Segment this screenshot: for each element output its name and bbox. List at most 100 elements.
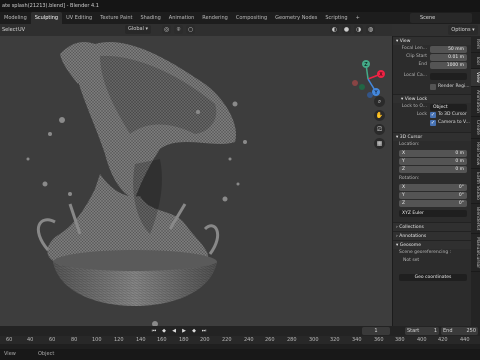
ruler-tick: 100 [92,337,102,343]
tab-manual-cursor[interactable]: ManualCursor [471,234,480,273]
lock-label: Lock [416,112,427,117]
ruler-tick: 140 [136,337,146,343]
geosome-panel-header[interactable]: ▾ Geosome [393,240,471,249]
annotations-panel-header[interactable]: › Annotations [393,231,471,240]
overlay-icon[interactable]: ◐ [330,25,339,34]
view-lock-panel-header[interactable]: ▾ View Lock [393,94,471,103]
play-reverse-icon[interactable]: ◀ [170,327,178,335]
ruler-tick: 380 [395,337,405,343]
ruler-tick: 40 [27,337,34,343]
lock-to-object-field[interactable]: Object [430,103,467,111]
start-label: Start [407,328,420,334]
tab-animation[interactable]: Animation [471,87,480,117]
render-region-checkbox[interactable] [430,84,436,90]
proportional-edit-icon[interactable]: ○ [186,25,195,34]
cursor-loc-x-field[interactable]: X 0 m [399,149,467,157]
3d-viewport[interactable]: Select UV Global ▾ ◎ ⌾ ○ ◐ ● ◑ ◍ X Z Y ⌕… [0,24,392,326]
rotation-mode-dropdown[interactable]: XYZ Euler [399,209,467,217]
focal-length-field[interactable]: 50 mm [430,45,467,53]
ruler-tick: 120 [114,337,124,343]
tab-view[interactable]: View [471,69,480,87]
cursor-rot-x-label: X [402,184,406,190]
tab-rendering[interactable]: Rendering [198,12,232,24]
viewport-header: Select UV Global ▾ ◎ ⌾ ○ ◐ ● ◑ ◍ [0,24,392,36]
end-label: End [443,328,453,334]
options-dropdown[interactable]: Options ▾ [448,25,478,35]
select-menu[interactable]: Select [2,24,17,36]
tab-scripting[interactable]: Scripting [321,12,351,24]
tab-earth-studio[interactable]: Earth Studio [471,169,480,204]
shading-rendered-icon[interactable]: ◍ [366,25,375,34]
add-workspace-button[interactable]: + [352,12,364,24]
end-frame-field[interactable]: End 250 [441,327,478,335]
cursor-rot-y-value: 0° [458,192,464,198]
jump-start-icon[interactable]: ⏮ [150,327,158,335]
ruler-tick: 80 [71,337,78,343]
window-title: ate splash(21213).blend] - Blender 4.1 [2,3,99,9]
ruler-tick: 200 [200,337,210,343]
tab-shading[interactable]: Shading [136,12,164,24]
cursor-rot-z-field[interactable]: Z 0° [399,199,467,207]
tab-animation[interactable]: Animation [165,12,199,24]
current-frame-field[interactable]: 1 [362,327,390,335]
navigation-gizmo[interactable]: X Z Y [348,59,388,99]
splash-mesh-render [26,42,247,326]
camera-view-icon[interactable]: ⎚ [374,124,385,135]
clip-end-field[interactable]: 1000 m [430,61,467,69]
pivot-icon[interactable]: ◎ [162,25,171,34]
ruler-tick: 180 [179,337,189,343]
render-region-label: Render Regi... [438,84,470,89]
local-camera-field[interactable] [430,72,467,80]
sidebar-properties-panel: ▾ View Focal Len... 50 mm Clip Start 0.01 … [392,36,471,326]
ruler-tick: 240 [244,337,254,343]
clip-start-field[interactable]: 0.01 m [430,53,467,61]
snap-icon[interactable]: ⌾ [174,25,183,34]
3d-cursor-panel-header[interactable]: ▾ 3D Cursor [393,132,471,141]
scene-georef-label: Scene georeferencing : [399,250,452,255]
timeline-header: ⏮ ◆ ◀ ▶ ◆ ⏭ 1 Start 1 End 250 [0,326,480,336]
collections-panel-header[interactable]: › Collections [393,222,471,231]
options-label: Options [451,27,471,33]
status-view-hint: View [4,351,16,357]
object-menu[interactable]: UV [18,24,25,36]
start-frame-field[interactable]: Start 1 [405,327,439,335]
view-lock-title: View Lock [404,97,428,102]
cursor-loc-y-field[interactable]: Y 0 m [399,157,467,165]
tab-real-snow[interactable]: Real Snow [471,139,480,169]
orientation-dropdown[interactable]: Global ▾ [125,25,152,34]
tab-compositing[interactable]: Compositing [232,12,271,24]
play-icon[interactable]: ▶ [180,327,188,335]
tab-uv-editing[interactable]: UV Editing [62,12,96,24]
tab-item[interactable]: Item [471,36,480,54]
camera-to-view-checkbox[interactable]: ✓ [430,120,436,126]
gizmo-x-label: X [379,72,383,78]
tab-blenderkit[interactable]: BlenderKit [471,204,480,235]
cursor-rot-x-field[interactable]: X 0° [399,183,467,191]
shading-material-icon[interactable]: ◑ [354,25,363,34]
to-3d-cursor-checkbox[interactable]: ✓ [430,112,436,118]
shading-solid-icon[interactable]: ● [342,25,351,34]
ruler-tick: 60 [49,337,56,343]
next-keyframe-icon[interactable]: ◆ [190,327,198,335]
orientation-value: Global [128,26,144,32]
prev-keyframe-icon[interactable]: ◆ [160,327,168,335]
end-value: 250 [466,328,476,334]
tab-tool[interactable]: Tool [471,53,480,69]
jump-end-icon[interactable]: ⏭ [200,327,208,335]
tab-geometry-nodes[interactable]: Geometry Nodes [271,12,321,24]
tab-sculpting[interactable]: Sculpting [30,12,63,24]
cursor-loc-z-field[interactable]: Z 0 m [399,165,467,173]
cursor-loc-y-label: Y [402,158,405,164]
zoom-icon[interactable]: ⌕ [374,96,385,107]
scene-selector[interactable]: Scene [410,13,472,23]
cursor-rot-x-value: 0° [458,184,464,190]
pan-hand-icon[interactable]: ✋ [374,110,385,121]
perspective-grid-icon[interactable]: ▦ [374,138,385,149]
view-panel-header[interactable]: ▾ View [393,36,471,45]
tab-create[interactable]: Create [471,117,480,139]
tab-modeling[interactable]: Modeling [0,12,31,24]
rotation-mode-value: XYZ Euler [402,210,424,216]
tab-texture-paint[interactable]: Texture Paint [96,12,136,24]
geo-coordinates-button[interactable]: Geo coordinates [399,273,467,281]
cursor-rot-y-field[interactable]: Y 0° [399,191,467,199]
